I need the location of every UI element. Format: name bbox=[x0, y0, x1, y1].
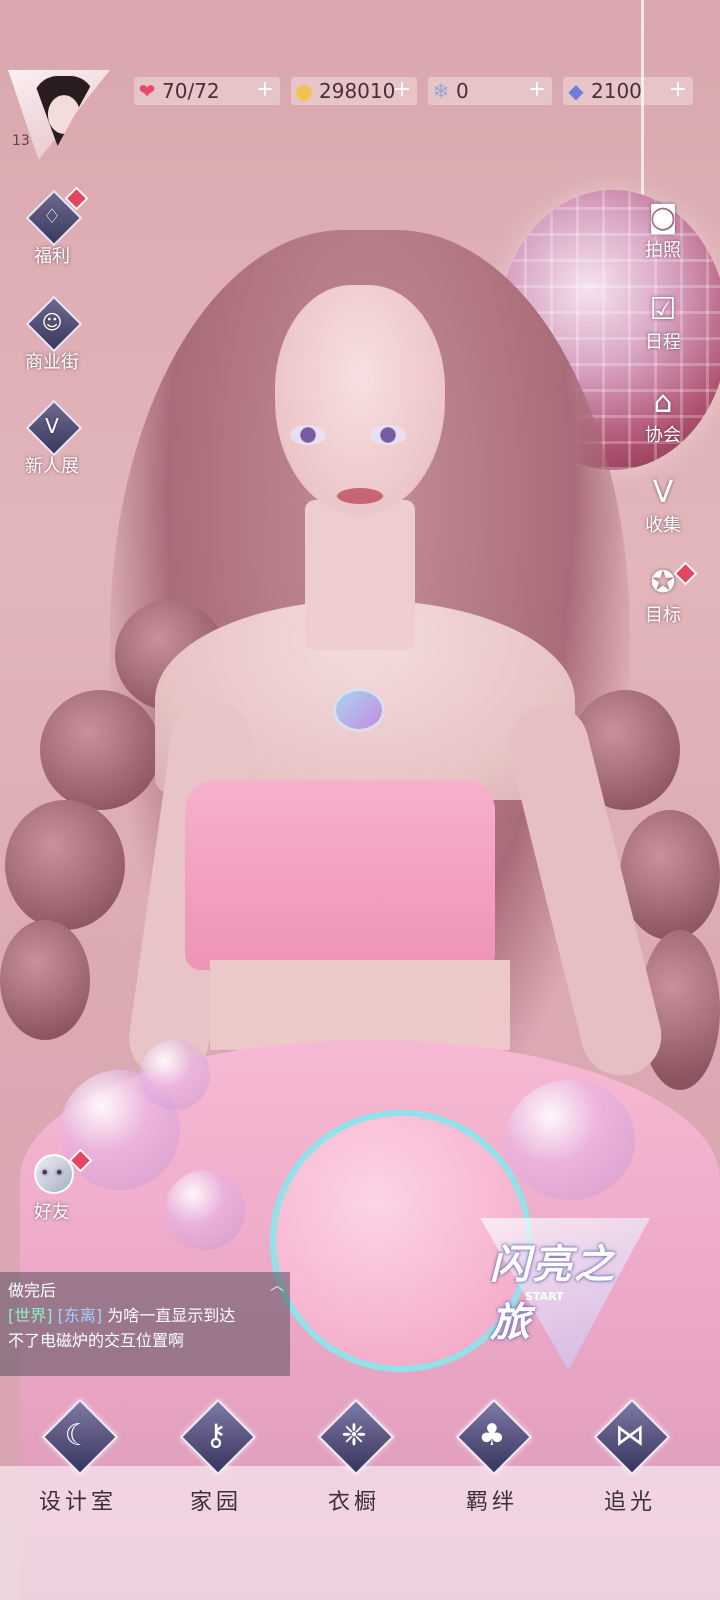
player-level: 13 bbox=[12, 133, 30, 149]
target-medal-icon: ✪ bbox=[633, 561, 698, 601]
chat-channel: [世界] bbox=[8, 1306, 53, 1325]
friends-robot-icon: • • bbox=[28, 1148, 93, 1196]
character-face bbox=[275, 285, 445, 515]
photo-label: 拍照 bbox=[645, 240, 681, 261]
gold-value: 298010 bbox=[319, 79, 396, 103]
nav-bonds[interactable]: ♣ 羁绊 bbox=[432, 1398, 552, 1516]
collection-button[interactable]: V 收集 bbox=[633, 475, 693, 537]
photo-button[interactable]: ◙ 拍照 bbox=[633, 200, 693, 262]
camera-icon: ◙ bbox=[648, 200, 678, 235]
guild-building-icon: ⌂ bbox=[653, 385, 673, 420]
commerce-street-button[interactable]: ☺ 商业街 bbox=[7, 295, 97, 374]
commerce-street-label: 商业街 bbox=[25, 352, 79, 373]
resource-crystal[interactable]: ❄ 0 + bbox=[428, 77, 552, 105]
nav-label: 羁绊 bbox=[465, 1490, 518, 1515]
chat-panel[interactable]: ︿ 做完后 [世界] [东离] 为啥一直显示到达 不了电磁炉的交互位置啊 bbox=[0, 1272, 290, 1376]
character-midriff bbox=[210, 960, 510, 1050]
nav-label: 衣橱 bbox=[327, 1490, 380, 1515]
friends-label: 好友 bbox=[34, 1202, 70, 1223]
calendar-check-icon: ☑ bbox=[649, 292, 677, 327]
resource-stamina[interactable]: ❤ 70/72 + bbox=[134, 77, 280, 105]
event-subtitle: START bbox=[525, 1290, 564, 1303]
add-gold-button[interactable]: + bbox=[391, 79, 413, 101]
add-crystal-button[interactable]: + bbox=[526, 79, 548, 101]
decor-bubble bbox=[165, 1170, 245, 1250]
resource-gold[interactable]: ● 298010 + bbox=[291, 77, 417, 105]
collection-label: 收集 bbox=[645, 515, 681, 536]
nav-label: 家园 bbox=[189, 1490, 242, 1515]
guild-button[interactable]: ⌂ 协会 bbox=[633, 385, 693, 447]
chat-line: 做完后 bbox=[8, 1281, 57, 1300]
shopping-bag-icon: ☺ bbox=[25, 295, 83, 353]
hair-braid-left bbox=[40, 690, 160, 810]
add-stamina-button[interactable]: + bbox=[254, 79, 276, 101]
diamond-icon: ◆ bbox=[568, 79, 584, 103]
resource-diamond[interactable]: ◆ 2100 + bbox=[563, 77, 693, 105]
chat-line: 不了电磁炉的交互位置啊 bbox=[8, 1331, 185, 1350]
friends-button[interactable]: • • 好友 bbox=[7, 1148, 97, 1224]
butterfly-light-icon: ⋈ bbox=[593, 1398, 671, 1476]
necklace-pendant bbox=[333, 688, 385, 732]
hot-air-balloon-icon: ♢ bbox=[25, 186, 89, 247]
character-lips bbox=[337, 488, 383, 504]
chat-message: 为啥一直显示到达 bbox=[107, 1306, 236, 1325]
welfare-label: 福利 bbox=[34, 246, 70, 267]
moon-design-icon: ☾ bbox=[41, 1398, 119, 1476]
character-eye-left bbox=[290, 425, 326, 445]
nav-label: 设计室 bbox=[38, 1490, 117, 1515]
v-collection-icon: V bbox=[652, 475, 674, 510]
crystal-value: 0 bbox=[456, 79, 469, 103]
diamond-value: 2100 bbox=[591, 79, 642, 103]
newcomer-show-button[interactable]: V 新人展 bbox=[7, 399, 97, 478]
stamina-value: 70/72 bbox=[162, 79, 220, 103]
chat-line: [世界] [东离] 为啥一直显示到达 bbox=[8, 1303, 282, 1328]
character-neck bbox=[305, 500, 415, 650]
decor-bubble bbox=[505, 1080, 635, 1200]
hair-braid-left bbox=[5, 800, 125, 930]
welfare-button[interactable]: ♢ 福利 bbox=[7, 186, 97, 268]
hair-braid-left bbox=[0, 920, 90, 1040]
chevron-up-icon[interactable]: ︿ bbox=[270, 1274, 284, 1299]
chat-username[interactable]: [东离] bbox=[58, 1306, 103, 1325]
crystal-wardrobe-icon: ❈ bbox=[317, 1398, 395, 1476]
nav-home[interactable]: ⚷ 家园 bbox=[156, 1398, 276, 1516]
nav-design-studio[interactable]: ☾ 设计室 bbox=[18, 1398, 138, 1516]
key-home-icon: ⚷ bbox=[179, 1398, 257, 1476]
newcomer-show-label: 新人展 bbox=[25, 456, 79, 477]
schedule-label: 日程 bbox=[645, 332, 681, 353]
add-diamond-button[interactable]: + bbox=[667, 79, 689, 101]
clover-bond-icon: ♣ bbox=[455, 1398, 533, 1476]
gold-coin-icon: ● bbox=[295, 79, 313, 103]
snowflake-crystal-icon: ❄ bbox=[432, 79, 450, 103]
goals-label: 目标 bbox=[645, 605, 681, 626]
schedule-button[interactable]: ☑ 日程 bbox=[633, 292, 693, 354]
character-eye-right bbox=[370, 425, 406, 445]
guild-label: 协会 bbox=[645, 425, 681, 446]
event-title: 闪亮之旅 bbox=[490, 1242, 616, 1346]
event-banner[interactable]: 闪亮之旅 START bbox=[480, 1210, 650, 1370]
nav-label: 追光 bbox=[603, 1490, 656, 1515]
heart-gem-icon: ❤ bbox=[138, 79, 156, 103]
nav-chase-light[interactable]: ⋈ 追光 bbox=[570, 1398, 690, 1516]
nav-wardrobe[interactable]: ❈ 衣橱 bbox=[294, 1398, 414, 1516]
character-top bbox=[185, 780, 495, 970]
decor-bubble bbox=[140, 1040, 210, 1110]
goals-button[interactable]: ✪ 目标 bbox=[633, 561, 698, 627]
hair-braid-right bbox=[620, 810, 720, 940]
v-badge-icon: V bbox=[25, 399, 83, 457]
